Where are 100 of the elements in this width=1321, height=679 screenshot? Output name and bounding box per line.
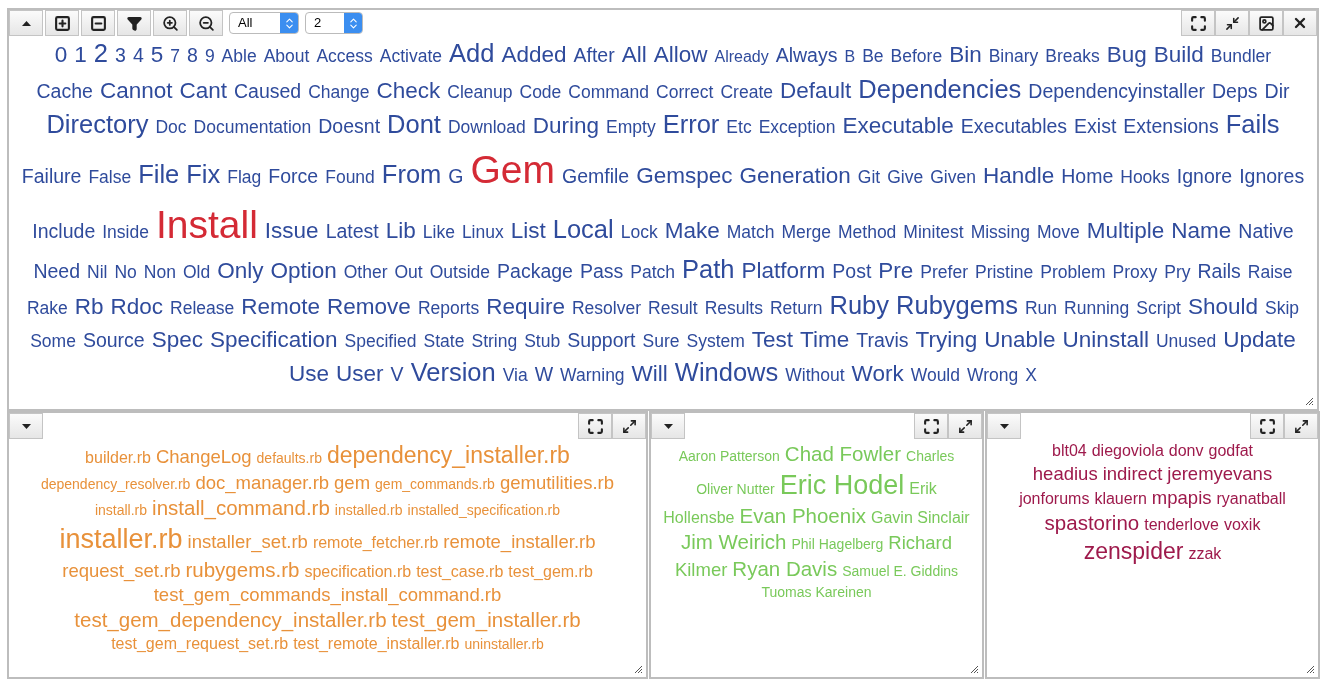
- cloud-word[interactable]: During: [532, 110, 600, 142]
- cloud-word[interactable]: V: [390, 361, 404, 389]
- cloud-word[interactable]: Fails: [1225, 107, 1280, 144]
- cloud-word[interactable]: File: [138, 157, 180, 193]
- cloud-word[interactable]: Will: [631, 358, 668, 390]
- cloud-word[interactable]: Hooks: [1120, 165, 1170, 190]
- cloud-word[interactable]: 8: [187, 42, 198, 70]
- cloud-word[interactable]: Result: [648, 295, 698, 321]
- cloud-word[interactable]: 5: [150, 39, 164, 71]
- cloud-word[interactable]: Breaks: [1045, 44, 1100, 69]
- cloud-word[interactable]: Failure: [21, 163, 82, 191]
- resize-grip-icon[interactable]: [634, 665, 643, 674]
- cloud-word[interactable]: String: [471, 328, 518, 354]
- cloud-word[interactable]: Rubygems: [896, 287, 1018, 324]
- cloud-word[interactable]: Stub: [524, 328, 561, 354]
- cloud-word[interactable]: Version: [410, 355, 496, 391]
- cloud-word[interactable]: Out: [394, 260, 423, 285]
- cloud-word[interactable]: Without: [785, 363, 845, 388]
- cloud-word[interactable]: diegoviola: [1091, 441, 1164, 462]
- cloud-word[interactable]: Correct: [656, 79, 714, 105]
- cloud-word[interactable]: Wrong: [967, 363, 1019, 388]
- cloud-word[interactable]: Deps: [1212, 77, 1258, 105]
- cloud-word[interactable]: Inside: [102, 219, 149, 245]
- cloud-word[interactable]: User: [336, 358, 384, 390]
- cloud-word[interactable]: Pristine: [975, 260, 1034, 285]
- cloud-word[interactable]: Proxy: [1112, 260, 1158, 285]
- cloud-word[interactable]: Exception: [758, 115, 836, 140]
- cloud-word[interactable]: Would: [910, 363, 960, 388]
- cloud-word[interactable]: Old: [182, 260, 211, 285]
- cloud-word[interactable]: B: [844, 46, 856, 69]
- cloud-word[interactable]: Use: [289, 358, 330, 390]
- resize-grip-icon[interactable]: [1305, 397, 1314, 406]
- cloud-word[interactable]: Need: [33, 258, 80, 286]
- cloud-word[interactable]: Latest: [325, 217, 379, 245]
- cloud-word[interactable]: Ruby: [829, 287, 890, 324]
- cloud-word[interactable]: Dont: [387, 107, 441, 144]
- maximize-button[interactable]: [948, 413, 982, 439]
- cloud-word[interactable]: Run: [1024, 295, 1058, 321]
- cloud-word[interactable]: Cleanup: [447, 79, 513, 105]
- cloud-word[interactable]: Empty: [606, 115, 656, 140]
- cloud-word[interactable]: Add: [449, 36, 495, 72]
- cloud-word[interactable]: Found: [325, 165, 375, 190]
- cloud-word[interactable]: Code: [519, 79, 562, 105]
- cloud-word[interactable]: Fix: [186, 157, 221, 193]
- cloud-word[interactable]: Like: [422, 219, 455, 245]
- cloud-word[interactable]: ryanatball: [1216, 488, 1286, 510]
- cloud-word[interactable]: Pry: [1164, 260, 1191, 285]
- cloud-word[interactable]: Work: [851, 358, 904, 390]
- cloud-word[interactable]: Sure: [642, 328, 680, 354]
- cloud-word[interactable]: headius: [1032, 461, 1098, 486]
- cloud-word[interactable]: Executables: [960, 113, 1068, 141]
- cloud-word[interactable]: Able: [221, 44, 257, 69]
- cloud-word[interactable]: No: [114, 260, 137, 285]
- cloud-word[interactable]: 4: [132, 42, 144, 70]
- cloud-word[interactable]: Build: [1153, 39, 1204, 71]
- cloud-word[interactable]: Require: [486, 290, 565, 323]
- cloud-word[interactable]: Problem: [1040, 260, 1106, 285]
- cloud-word[interactable]: Trying: [915, 323, 978, 356]
- cloud-word[interactable]: Non: [143, 260, 176, 285]
- maximize-button[interactable]: [612, 413, 646, 439]
- cloud-word[interactable]: klauern: [1094, 488, 1147, 510]
- cloud-word[interactable]: Skip: [1265, 295, 1300, 321]
- dropdown-button[interactable]: [987, 413, 1021, 439]
- cloud-word[interactable]: Rb: [74, 290, 104, 323]
- cloud-word[interactable]: About: [263, 44, 310, 69]
- cloud-word[interactable]: Ignore: [1176, 163, 1233, 191]
- cloud-word[interactable]: Raise: [1247, 260, 1293, 285]
- cloud-word[interactable]: Support: [567, 326, 636, 354]
- cloud-word[interactable]: Exist: [1074, 113, 1117, 141]
- fit-button[interactable]: [1250, 413, 1284, 439]
- cloud-word[interactable]: Issue: [264, 214, 319, 247]
- cloud-word[interactable]: Command: [568, 79, 650, 105]
- cloud-word[interactable]: Outside: [429, 260, 491, 285]
- cloud-word[interactable]: Cant: [179, 74, 227, 107]
- cloud-word[interactable]: Other: [343, 260, 388, 285]
- cloud-word[interactable]: Bug: [1106, 39, 1147, 71]
- cloud-word[interactable]: Access: [316, 44, 373, 69]
- cloud-word[interactable]: Bin: [949, 39, 982, 71]
- cloud-word[interactable]: Remove: [327, 290, 411, 323]
- cloud-word[interactable]: zzak: [1188, 543, 1222, 565]
- cloud-word[interactable]: 2: [93, 36, 109, 72]
- cloud-word[interactable]: Error: [662, 107, 720, 144]
- cloud-word[interactable]: Unable: [984, 323, 1056, 356]
- cloud-word[interactable]: spastorino: [1044, 509, 1140, 537]
- cloud-word[interactable]: Unused: [1155, 328, 1217, 354]
- cloud-word[interactable]: Always: [775, 42, 838, 70]
- cloud-word[interactable]: Time: [800, 323, 850, 356]
- cloud-word[interactable]: Handle: [982, 160, 1055, 192]
- cloud-word[interactable]: State: [423, 328, 465, 354]
- cloud-word[interactable]: List: [510, 214, 546, 247]
- fit-button[interactable]: [578, 413, 612, 439]
- cloud-word[interactable]: Specification: [210, 323, 338, 356]
- collapse-button[interactable]: [9, 10, 43, 36]
- cloud-word[interactable]: Caused: [234, 77, 302, 105]
- cloud-word[interactable]: Pass: [579, 258, 624, 286]
- cloud-word[interactable]: Git: [857, 165, 881, 190]
- cloud-word[interactable]: Rdoc: [110, 290, 164, 323]
- cloud-word[interactable]: Gemspec: [636, 160, 733, 192]
- cloud-word[interactable]: Make: [664, 214, 720, 247]
- cloud-word[interactable]: Some: [30, 328, 76, 354]
